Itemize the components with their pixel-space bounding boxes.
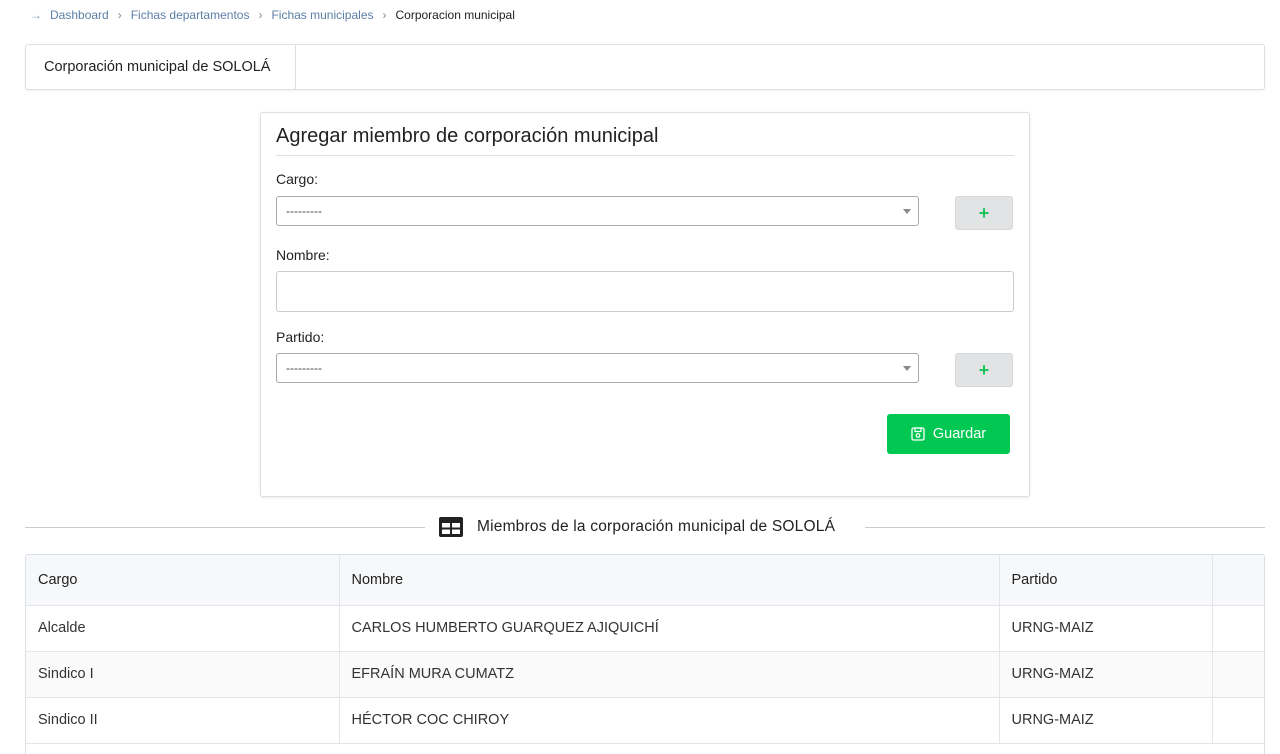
form-title: Agregar miembro de corporación municipal bbox=[276, 124, 1014, 156]
save-button[interactable]: Guardar bbox=[887, 414, 1010, 454]
partido-select[interactable]: --------- bbox=[276, 353, 919, 383]
nombre-label: Nombre: bbox=[276, 247, 330, 263]
cell-cargo: Sindico I bbox=[26, 651, 340, 698]
save-button-label: Guardar bbox=[932, 426, 987, 442]
members-table: Cargo Nombre Partido Alcalde CARLOS HUMB… bbox=[25, 554, 1265, 754]
column-header-actions bbox=[1212, 555, 1264, 606]
cargo-label: Cargo: bbox=[276, 171, 319, 187]
table-row[interactable]: Sindico I EFRAÍN MURA CUMATZ URNG-MAIZ bbox=[26, 651, 1264, 698]
cell-nombre: EFRAÍN MURA CUMATZ bbox=[339, 651, 1000, 698]
partido-label: Partido: bbox=[276, 329, 325, 345]
cell-cargo: Sindico II bbox=[26, 697, 340, 744]
nombre-input[interactable] bbox=[276, 271, 1014, 312]
cell-cargo: Alcalde bbox=[26, 605, 340, 652]
cell-nombre: HÉCTOR COC CHIROY bbox=[339, 697, 1000, 744]
chevron-right-icon: › bbox=[117, 8, 122, 22]
chevron-right-icon: › bbox=[382, 8, 387, 22]
members-title-text: Miembros de la corporación municipal de … bbox=[477, 518, 836, 535]
add-member-form: Agregar miembro de corporación municipal… bbox=[260, 112, 1030, 497]
page-header: Corporación municipal de SOLOLÁ bbox=[25, 44, 1265, 90]
divider-line bbox=[865, 527, 1265, 528]
breadcrumb-link-fichas-municipales[interactable]: Fichas municipales bbox=[271, 8, 373, 22]
caret-down-icon bbox=[903, 366, 911, 371]
members-title: Miembros de la corporación municipal de … bbox=[439, 516, 835, 538]
column-header-cargo[interactable]: Cargo bbox=[26, 555, 340, 606]
cell-partido: URNG-MAIZ bbox=[999, 651, 1213, 698]
cargo-select-value: --------- bbox=[286, 204, 322, 218]
add-cargo-button[interactable]: + bbox=[955, 196, 1013, 230]
column-header-partido[interactable]: Partido bbox=[999, 555, 1213, 606]
cell-partido: URNG-MAIZ bbox=[999, 605, 1213, 652]
members-section-header: Miembros de la corporación municipal de … bbox=[25, 513, 1265, 541]
add-partido-button[interactable]: + bbox=[955, 353, 1013, 387]
table-row[interactable]: Alcalde CARLOS HUMBERTO GUARQUEZ AJIQUIC… bbox=[26, 605, 1264, 652]
column-header-nombre[interactable]: Nombre bbox=[339, 555, 1000, 606]
cell-nombre: CARLOS HUMBERTO GUARQUEZ AJIQUICHÍ bbox=[339, 605, 1000, 652]
floppy-disk-icon bbox=[911, 427, 925, 441]
arrow-right-icon: → bbox=[30, 8, 42, 22]
caret-down-icon bbox=[903, 209, 911, 214]
breadcrumb-link-dashboard[interactable]: Dashboard bbox=[50, 8, 109, 22]
cell-partido: URNG-MAIZ bbox=[999, 697, 1213, 744]
cell-actions bbox=[1212, 651, 1264, 698]
table-icon bbox=[439, 517, 463, 537]
cell-actions bbox=[1212, 697, 1264, 744]
breadcrumb-link-fichas-departamentos[interactable]: Fichas departamentos bbox=[131, 8, 250, 22]
cell-actions bbox=[1212, 605, 1264, 652]
plus-icon: + bbox=[978, 202, 990, 223]
page-title[interactable]: Corporación municipal de SOLOLÁ bbox=[26, 45, 296, 89]
partido-select-value: --------- bbox=[286, 361, 322, 375]
chevron-right-icon: › bbox=[258, 8, 263, 22]
table-header-row: Cargo Nombre Partido bbox=[26, 555, 1264, 606]
cargo-select[interactable]: --------- bbox=[276, 196, 919, 226]
breadcrumb-current: Corporacion municipal bbox=[395, 8, 515, 22]
table-row[interactable]: Sindico II HÉCTOR COC CHIROY URNG-MAIZ bbox=[26, 697, 1264, 744]
plus-icon: + bbox=[978, 359, 990, 380]
divider-line bbox=[25, 527, 425, 528]
breadcrumb: → Dashboard › Fichas departamentos › Fic… bbox=[30, 7, 515, 23]
